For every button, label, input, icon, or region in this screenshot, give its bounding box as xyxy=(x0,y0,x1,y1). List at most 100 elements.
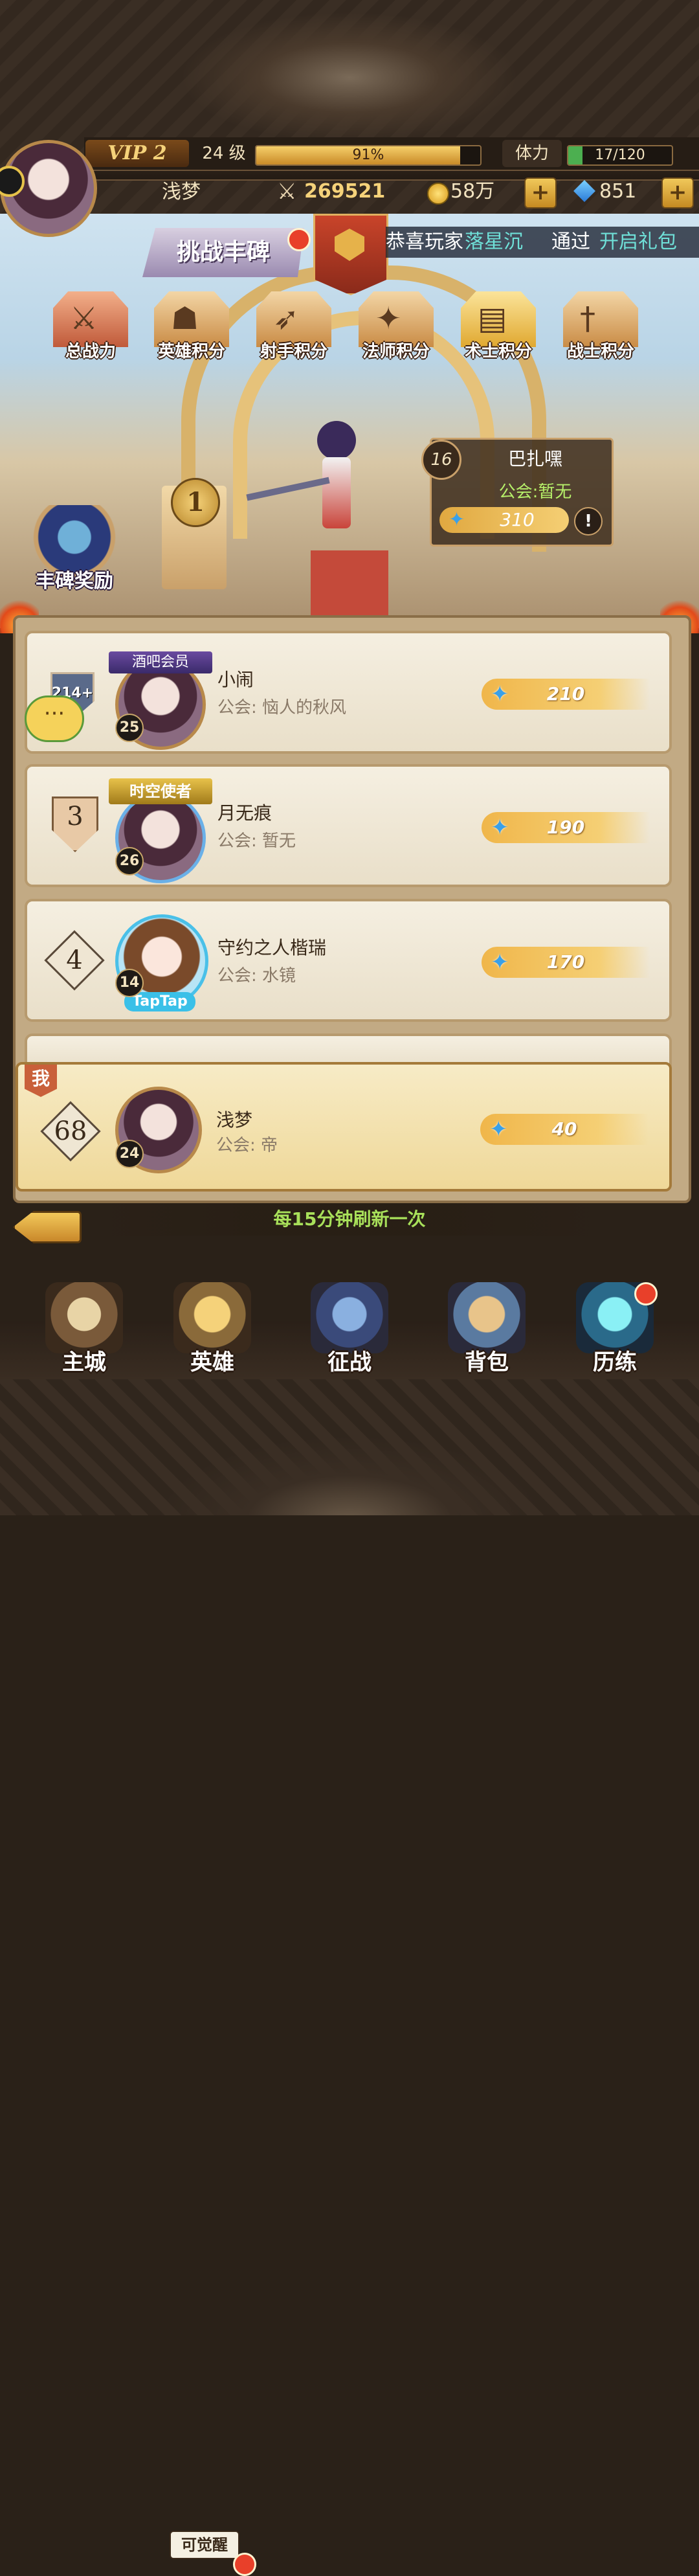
score-value: 40 xyxy=(551,1118,577,1140)
first-place-score: 310 xyxy=(500,509,535,530)
nav-main-city[interactable]: 主城 xyxy=(39,1282,129,1379)
star-icon: ✦ xyxy=(449,508,465,531)
guild-name: 公会: 帝 xyxy=(216,1136,278,1155)
first-place-guild: 公会:暂无 xyxy=(498,482,572,502)
player-name: 月无痕 xyxy=(217,802,272,824)
score-bar: ✦ 190 xyxy=(482,812,650,843)
star-icon: ✦ xyxy=(491,949,509,975)
star-icon: ✦ xyxy=(491,815,509,841)
player-name: 小闹 xyxy=(217,669,254,690)
back-arrow-icon xyxy=(13,1211,82,1243)
player-level-badge: 26 xyxy=(115,847,144,876)
category-mage-score[interactable]: ✦ 法师积分 xyxy=(351,291,441,363)
score-value: 170 xyxy=(546,951,585,973)
rank-value: 3 xyxy=(67,802,83,831)
gold-value: 58万 xyxy=(450,180,495,203)
ranking-row[interactable]: 4 TapTap 14 守约之人楷瑞 公会: 水镜 ✦ 170 xyxy=(25,899,672,1022)
player-level-badge: 24 xyxy=(115,1140,144,1168)
bow-icon: ➶ xyxy=(273,300,300,337)
category-label: 战士积分 xyxy=(566,342,634,361)
me-tag: 我 xyxy=(25,1065,57,1097)
monument-banner-icon xyxy=(313,214,388,295)
crossed-swords-icon: ⚔ xyxy=(70,300,98,337)
vip-badge[interactable]: VIP 2 xyxy=(85,140,189,167)
info-icon[interactable]: ! xyxy=(574,507,603,536)
score-bar: ✦ 210 xyxy=(482,679,650,710)
guild-name: 公会: 水镜 xyxy=(217,966,296,986)
heroes-notice-dot xyxy=(233,2553,256,2576)
nav-backpack[interactable]: 背包 xyxy=(441,1282,532,1379)
marquee-mid: 通过 xyxy=(551,231,590,253)
my-ranking-row[interactable]: 我 68 24 浅梦 公会: 帝 ✦ 40 xyxy=(16,1062,672,1192)
star-icon: ✦ xyxy=(489,1116,508,1142)
nav-label: 背包 xyxy=(465,1350,509,1375)
add-gold-button[interactable]: + xyxy=(524,177,557,209)
category-label: 英雄积分 xyxy=(157,342,225,361)
first-place-name: 巴扎嘿 xyxy=(507,448,562,469)
marquee-bar: 恭喜玩家 落星沉 通过 开启礼包 xyxy=(386,227,699,258)
player-level: 24 级 xyxy=(202,144,246,163)
nav-label: 英雄 xyxy=(190,1350,234,1375)
stamina-label: 体力 xyxy=(502,140,562,167)
nav-label: 历练 xyxy=(593,1350,637,1375)
score-value: 210 xyxy=(546,683,585,705)
chat-bubble-icon[interactable]: ··· xyxy=(25,695,84,742)
player-name: 浅梦 xyxy=(216,1109,253,1131)
monument-reward-label[interactable]: 丰碑奖励 xyxy=(19,565,129,593)
score-bar: ✦ 170 xyxy=(482,947,650,978)
first-place-level: 16 xyxy=(421,440,461,480)
first-place-card[interactable]: 16 巴扎嘿 公会:暂无 ✦ 310 ! xyxy=(421,438,614,547)
marquee-action: 开启礼包 xyxy=(599,231,677,253)
tome-icon: ▤ xyxy=(478,300,507,337)
player-level-badge: 25 xyxy=(115,714,144,742)
guild-name: 公会: 暂无 xyxy=(217,831,296,851)
add-gems-button[interactable]: + xyxy=(661,177,694,209)
category-hero-score[interactable]: ☗ 英雄积分 xyxy=(146,291,237,363)
category-warrior-score[interactable]: † 战士积分 xyxy=(555,291,646,363)
helmet-icon xyxy=(173,1282,251,1353)
nav-label: 主城 xyxy=(62,1350,106,1375)
star-icon: ✦ xyxy=(491,681,509,707)
category-label: 法师积分 xyxy=(362,342,430,361)
power-value: 269521 xyxy=(304,180,386,203)
staff-icon: ✦ xyxy=(375,300,402,337)
exp-percent: 91% xyxy=(352,147,384,163)
challenge-monument-button[interactable]: 挑战丰碑 xyxy=(142,228,304,277)
category-label: 射手积分 xyxy=(260,342,327,361)
bottom-frame-decoration xyxy=(0,1366,699,1515)
training-notice-dot xyxy=(634,1282,658,1305)
challenge-notice-dot xyxy=(287,228,311,251)
ranking-row[interactable]: 3 时空使者 26 月无痕 公会: 暂无 ✦ 190 xyxy=(25,764,672,887)
marquee-player: 落星沉 xyxy=(465,231,523,253)
gold-coin-icon xyxy=(427,183,449,205)
nav-heroes[interactable]: 英雄 xyxy=(167,1282,258,1379)
sword-icon: † xyxy=(580,300,595,337)
guild-name: 公会: 恼人的秋风 xyxy=(217,698,347,717)
nav-campaign[interactable]: 征战 xyxy=(304,1282,395,1379)
marquee-prefix: 恭喜玩家 xyxy=(386,231,463,253)
hero-helmet-icon: ☗ xyxy=(171,300,199,337)
category-label: 总战力 xyxy=(65,342,116,361)
refresh-note: 每15分钟刷新一次 xyxy=(273,1208,426,1230)
stamina-bar[interactable]: 17/120 xyxy=(567,145,673,166)
player-name: 守约之人楷瑞 xyxy=(217,937,327,958)
back-button[interactable] xyxy=(6,1198,84,1250)
first-place-hero[interactable] xyxy=(246,421,369,550)
first-place-medal: 1 xyxy=(171,478,220,527)
player-name: 浅梦 xyxy=(162,181,201,203)
crossed-swords-icon: ⚔ xyxy=(277,179,297,205)
awaken-tag: 可觉醒 xyxy=(170,2531,239,2559)
stamina-value: 17/120 xyxy=(595,147,645,163)
category-label: 术士积分 xyxy=(464,342,532,361)
category-warlock-score[interactable]: ▤ 术士积分 xyxy=(453,291,544,363)
category-archer-score[interactable]: ➶ 射手积分 xyxy=(249,291,339,363)
title-badge: 时空使者 xyxy=(109,778,212,804)
backpack-icon xyxy=(448,1282,526,1353)
bottom-nav: 主城 英雄 可觉醒 征战 背包 历练 xyxy=(0,1282,699,2576)
rank-value: 68 xyxy=(54,1116,87,1146)
battle-shield-icon xyxy=(311,1282,388,1353)
category-total-power[interactable]: ⚔ 总战力 xyxy=(45,291,136,363)
first-place-score-bar: ✦ 310 xyxy=(439,507,569,533)
ranking-row[interactable]: 214+ ··· 酒吧会员 25 小闹 公会: 恼人的秋风 ✦ 210 xyxy=(25,631,672,754)
score-value: 190 xyxy=(546,817,585,838)
